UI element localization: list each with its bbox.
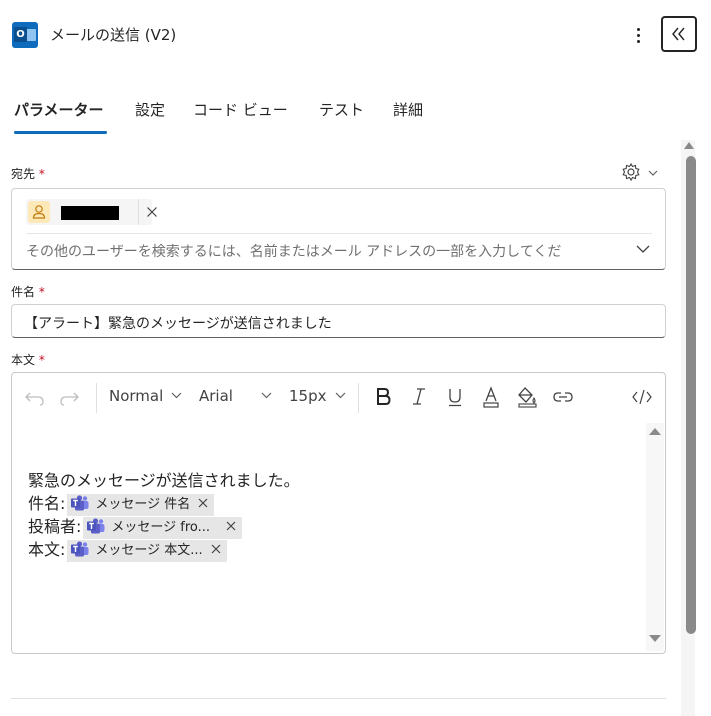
- person-icon: [28, 201, 50, 223]
- chevron-down-icon: [261, 392, 272, 399]
- body-line: 件名: メッセージ 件名: [28, 492, 300, 516]
- tab-parameters[interactable]: パラメーター: [14, 96, 107, 134]
- dynamic-content-token[interactable]: メッセージ 本文...: [67, 539, 227, 562]
- link-icon[interactable]: [552, 385, 574, 409]
- double-chevron-left-icon: [672, 27, 685, 41]
- bold-icon[interactable]: [372, 385, 394, 409]
- body-label: 本文 *: [11, 353, 45, 367]
- redacted-recipient-name: [61, 206, 119, 220]
- collapse-panel-button[interactable]: [661, 16, 697, 52]
- teams-icon: [71, 540, 89, 557]
- undo-icon[interactable]: [24, 385, 46, 409]
- line-prefix: 件名:: [28, 494, 66, 513]
- to-field[interactable]: その他のユーザーを検索するには、名前またはメール アドレスの一部を入力してくだ: [11, 188, 666, 270]
- body-editor[interactable]: Normal Arial 15px 緊急のメッセージが送信されました。 件名: …: [11, 372, 666, 654]
- editor-content[interactable]: 緊急のメッセージが送信されました。 件名: メッセージ 件名 投稿者: メッセー…: [28, 469, 300, 562]
- italic-icon[interactable]: [408, 385, 430, 409]
- code-view-icon[interactable]: [631, 385, 653, 409]
- chevron-down-icon[interactable]: [636, 244, 650, 254]
- remove-token-button[interactable]: [226, 517, 236, 539]
- body-line: 投稿者: メッセージ fro...: [28, 515, 300, 539]
- teams-icon: [87, 517, 105, 534]
- token-label: メッセージ fro...: [111, 519, 211, 535]
- scroll-up-arrow-icon[interactable]: [649, 428, 661, 435]
- token-label: メッセージ 件名: [95, 496, 191, 512]
- body-intro-line: 緊急のメッセージが送信されました。: [28, 471, 300, 490]
- tab-details[interactable]: 詳細: [393, 96, 423, 134]
- token-label: メッセージ 本文...: [95, 542, 203, 558]
- font-color-icon[interactable]: [480, 385, 502, 409]
- close-icon: [198, 498, 208, 507]
- close-icon: [147, 207, 157, 217]
- remove-token-button[interactable]: [211, 540, 221, 562]
- body-line: 本文: メッセージ 本文...: [28, 538, 300, 562]
- subject-value: 【アラート】緊急のメッセージが送信されました: [24, 316, 332, 332]
- rich-text-toolbar: Normal Arial 15px: [12, 373, 665, 421]
- highlight-fill-icon[interactable]: [516, 385, 538, 409]
- teams-icon: [71, 494, 89, 511]
- tab-test[interactable]: テスト: [319, 96, 364, 134]
- redo-icon[interactable]: [58, 385, 80, 409]
- chevron-down-icon: [335, 392, 345, 399]
- scroll-up-arrow-icon[interactable]: [684, 142, 694, 149]
- underline-icon[interactable]: [444, 385, 466, 409]
- paragraph-style-select[interactable]: Normal: [109, 387, 182, 405]
- more-vertical-icon: [637, 28, 640, 31]
- dynamic-content-token[interactable]: メッセージ fro...: [83, 516, 243, 539]
- panel-scroll-thumb[interactable]: [686, 156, 696, 634]
- subject-label: 件名 *: [11, 285, 45, 299]
- scroll-down-arrow-icon[interactable]: [649, 635, 661, 642]
- action-title: メールの送信 (V2): [50, 26, 177, 44]
- line-prefix: 本文:: [28, 540, 66, 559]
- panel-header: O メールの送信 (V2): [0, 0, 711, 70]
- recipient-search-input[interactable]: その他のユーザーを検索するには、名前またはメール アドレスの一部を入力してくだ: [26, 241, 632, 261]
- section-divider: [11, 698, 666, 699]
- field-settings-button[interactable]: [620, 161, 660, 183]
- font-size-select[interactable]: 15px: [289, 387, 346, 405]
- close-icon: [211, 544, 221, 553]
- editor-scrollbar[interactable]: [646, 423, 664, 651]
- chevron-down-icon: [648, 170, 658, 176]
- tab-code-view[interactable]: コード ビュー: [193, 96, 288, 134]
- outlook-icon: O: [12, 22, 38, 48]
- subject-input[interactable]: 【アラート】緊急のメッセージが送信されました: [11, 304, 666, 338]
- remove-recipient-button[interactable]: [138, 199, 164, 225]
- to-label: 宛先 *: [11, 167, 45, 181]
- dynamic-content-token[interactable]: メッセージ 件名: [67, 493, 215, 516]
- toolbar-divider: [96, 383, 97, 413]
- more-options-button[interactable]: [628, 24, 648, 46]
- tab-settings[interactable]: 設定: [135, 96, 165, 134]
- gear-icon: [622, 162, 640, 182]
- toolbar-divider: [358, 383, 359, 413]
- recipient-chip: [26, 199, 157, 225]
- to-divider: [26, 233, 652, 234]
- line-prefix: 投稿者:: [28, 517, 82, 536]
- remove-token-button[interactable]: [198, 494, 208, 516]
- close-icon: [226, 521, 236, 530]
- font-family-select[interactable]: Arial: [199, 387, 272, 405]
- chevron-down-icon: [171, 392, 182, 399]
